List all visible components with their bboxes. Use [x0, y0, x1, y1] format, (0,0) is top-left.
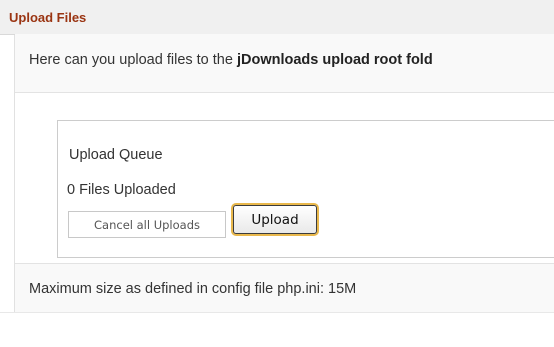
- intro-text: Here can you upload files to the jDownlo…: [29, 52, 433, 68]
- upload-queue-title: Upload Queue: [69, 147, 163, 163]
- files-uploaded-status: 0 Files Uploaded: [67, 182, 176, 198]
- section-title: Upload Files: [9, 10, 87, 25]
- intro-text-prefix: Here can you upload files to the: [29, 52, 237, 68]
- max-size-text: Maximum size as defined in config file p…: [29, 281, 357, 297]
- footer-row: Maximum size as defined in config file p…: [15, 263, 554, 312]
- intro-text-bold: jDownloads upload root fold: [236, 52, 433, 68]
- upload-button[interactable]: Upload: [233, 205, 317, 234]
- upload-queue-box: Upload Queue 0 Files Uploaded Cancel all…: [57, 120, 554, 258]
- divider: [0, 312, 554, 313]
- intro-row: Here can you upload files to the jDownlo…: [15, 34, 554, 93]
- cancel-all-uploads-button[interactable]: Cancel all Uploads: [68, 211, 226, 238]
- upload-files-page: Upload Files Here can you upload files t…: [0, 0, 554, 347]
- section-header: Upload Files: [0, 0, 554, 35]
